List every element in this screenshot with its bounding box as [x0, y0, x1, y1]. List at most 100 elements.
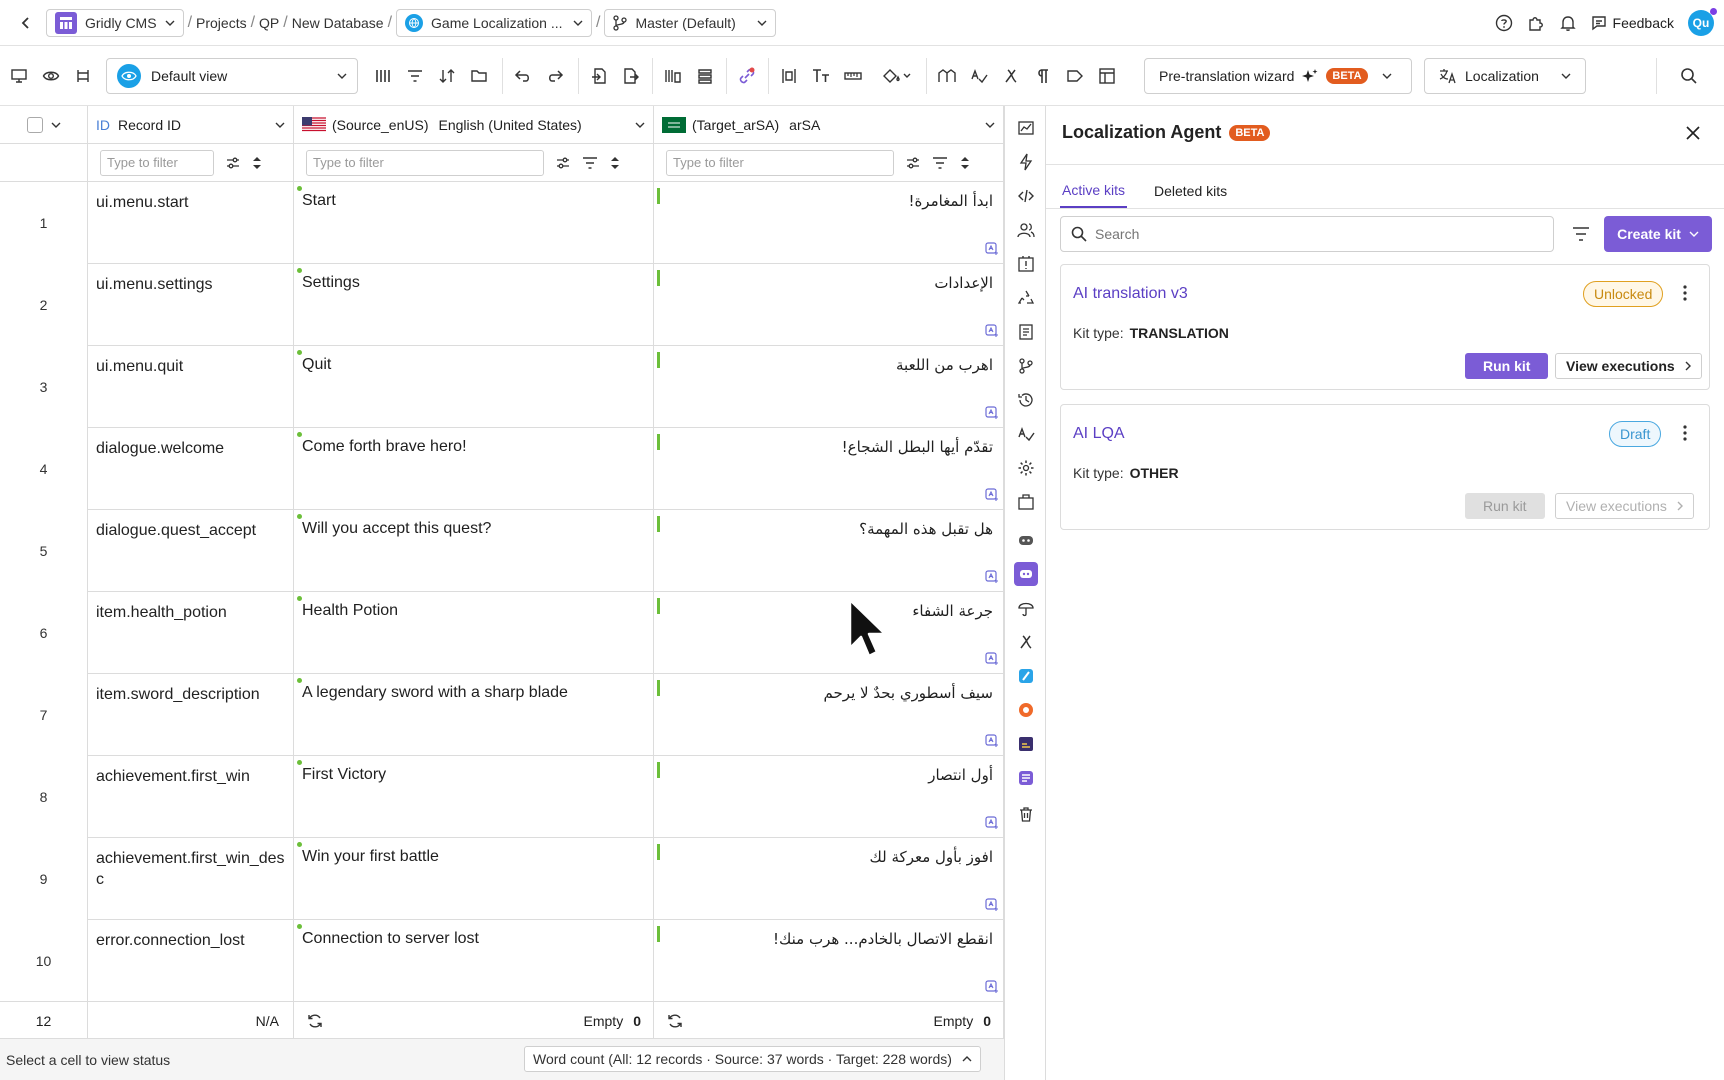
- create-kit-button[interactable]: Create kit: [1604, 216, 1712, 252]
- ruler-icon[interactable]: [840, 64, 866, 88]
- dark-app-icon[interactable]: [1014, 732, 1038, 756]
- kit-card[interactable]: AI LQA Draft Kit type: OTHER Run kit View…: [1060, 404, 1710, 530]
- localization-agent-icon[interactable]: [1014, 562, 1038, 586]
- record-id-cell[interactable]: ui.menu.quit: [88, 346, 294, 428]
- chevron-down-icon[interactable]: [635, 122, 645, 128]
- tag-icon[interactable]: [1062, 64, 1088, 88]
- kit-search[interactable]: [1060, 216, 1554, 252]
- target-cell[interactable]: سيف أسطوري بحدٌ لا يرحم: [654, 674, 1004, 756]
- export-icon[interactable]: [618, 64, 644, 88]
- target-cell[interactable]: ابدأ المغامرة!: [654, 182, 1004, 264]
- table-row[interactable]: 1 ui.menu.start Start ابدأ المغامرة!: [0, 182, 1004, 264]
- pre-translation-wizard-button[interactable]: Pre-translation wizard BETA: [1144, 58, 1412, 94]
- briefcase-icon[interactable]: [1014, 490, 1038, 514]
- layout-icon[interactable]: [1094, 64, 1120, 88]
- table-row[interactable]: 3 ui.menu.quit Quit اهرب من اللعبة: [0, 346, 1004, 428]
- source-cell[interactable]: Will you accept this quest?: [294, 510, 654, 592]
- history-icon[interactable]: [1014, 388, 1038, 412]
- kit-search-input[interactable]: [1095, 226, 1543, 242]
- purple-app-icon[interactable]: [1014, 766, 1038, 790]
- fill-color-icon[interactable]: [876, 64, 916, 88]
- table-row[interactable]: 7 item.sword_description A legendary swo…: [0, 674, 1004, 756]
- filter-input-record-id[interactable]: [100, 149, 214, 176]
- ai-suggest-icon[interactable]: [985, 980, 999, 998]
- breadcrumb-projects[interactable]: Projects: [196, 15, 247, 31]
- column-width-icon[interactable]: [776, 64, 802, 88]
- source-cell[interactable]: Come forth brave hero!: [294, 428, 654, 510]
- table-row[interactable]: 9 achievement.first_win_desc Win your fi…: [0, 838, 1004, 920]
- formula-icon[interactable]: [998, 64, 1024, 88]
- record-id-cell[interactable]: dialogue.welcome: [88, 428, 294, 510]
- back-chevron-icon[interactable]: [18, 16, 34, 30]
- folder-icon[interactable]: [466, 64, 492, 88]
- localization-button[interactable]: Localization: [1424, 58, 1586, 94]
- database-selector[interactable]: Game Localization ...: [396, 8, 593, 37]
- import-icon[interactable]: [586, 64, 612, 88]
- document-icon[interactable]: [1014, 320, 1038, 344]
- target-cell[interactable]: اهرب من اللعبة: [654, 346, 1004, 428]
- source-cell[interactable]: Connection to server lost: [294, 920, 654, 1002]
- view-executions-button[interactable]: View executions: [1555, 353, 1702, 379]
- refresh-icon[interactable]: [306, 1012, 324, 1030]
- target-cell[interactable]: انقطع الاتصال بالخادم... هرب منك!: [654, 920, 1004, 1002]
- table-row[interactable]: 10 error.connection_lost Connection to s…: [0, 920, 1004, 1002]
- users-icon[interactable]: [1014, 218, 1038, 242]
- filter-icon[interactable]: [1572, 226, 1590, 242]
- chevron-down-icon[interactable]: [51, 122, 61, 128]
- run-kit-button[interactable]: Run kit: [1465, 493, 1545, 519]
- filter-icon[interactable]: [402, 64, 428, 88]
- column-header-record-id[interactable]: ID Record ID: [88, 106, 294, 144]
- target-cell[interactable]: أول انتصار: [654, 756, 1004, 838]
- select-all-header[interactable]: [0, 106, 88, 144]
- target-cell[interactable]: جرعة الشفاء: [654, 592, 1004, 674]
- gear-icon[interactable]: [1014, 456, 1038, 480]
- more-vertical-icon[interactable]: [1683, 285, 1687, 304]
- record-id-cell[interactable]: ui.menu.settings: [88, 264, 294, 346]
- redo-icon[interactable]: [542, 64, 568, 88]
- branch-selector[interactable]: Master (Default): [604, 8, 777, 37]
- app-switcher[interactable]: Gridly CMS: [46, 8, 184, 37]
- pilcrow-icon[interactable]: [1030, 64, 1056, 88]
- ai-suggest-icon[interactable]: [985, 242, 999, 260]
- source-cell[interactable]: Settings: [294, 264, 654, 346]
- spellcheck-icon[interactable]: [966, 64, 992, 88]
- info-box-icon[interactable]: [1014, 252, 1038, 276]
- record-id-cell[interactable]: item.health_potion: [88, 592, 294, 674]
- umbrella-icon[interactable]: [1014, 596, 1038, 620]
- table-row[interactable]: 2 ui.menu.settings Settings الإعدادات: [0, 264, 1004, 346]
- ai-suggest-icon[interactable]: [985, 816, 999, 834]
- help-icon[interactable]: [1495, 14, 1513, 32]
- eye-settings-icon[interactable]: [38, 64, 64, 88]
- record-id-cell[interactable]: achievement.first_win_desc: [88, 838, 294, 920]
- target-cell[interactable]: الإعدادات: [654, 264, 1004, 346]
- record-id-cell[interactable]: ui.menu.start: [88, 182, 294, 264]
- source-cell[interactable]: A legendary sword with a sharp blade: [294, 674, 654, 756]
- record-id-cell[interactable]: dialogue.quest_accept: [88, 510, 294, 592]
- monitor-icon[interactable]: [6, 64, 32, 88]
- tab-active-kits[interactable]: Active kits: [1060, 174, 1128, 208]
- code-icon[interactable]: [1014, 184, 1038, 208]
- chart-icon[interactable]: [1014, 116, 1038, 140]
- git-branch-icon[interactable]: [1014, 354, 1038, 378]
- ai-suggest-icon[interactable]: [985, 324, 999, 342]
- run-kit-button[interactable]: Run kit: [1465, 353, 1549, 379]
- bookmark-app-icon[interactable]: [1014, 664, 1038, 688]
- breadcrumb-new-database[interactable]: New Database: [292, 15, 384, 31]
- source-cell[interactable]: Health Potion: [294, 592, 654, 674]
- find-replace-icon[interactable]: [934, 64, 960, 88]
- feedback-button[interactable]: Feedback: [1591, 15, 1674, 31]
- sliders-icon[interactable]: [226, 156, 240, 170]
- source-cell[interactable]: Quit: [294, 346, 654, 428]
- view-executions-button[interactable]: View executions: [1555, 493, 1694, 519]
- select-all-checkbox[interactable]: [26, 116, 43, 133]
- ai-suggest-icon[interactable]: [985, 488, 999, 506]
- record-id-cell[interactable]: item.sword_description: [88, 674, 294, 756]
- robot-icon[interactable]: [1014, 528, 1038, 552]
- ai-suggest-icon[interactable]: [985, 406, 999, 424]
- filter-icon[interactable]: [582, 156, 598, 170]
- chevron-down-icon[interactable]: [275, 122, 285, 128]
- source-cell[interactable]: First Victory: [294, 756, 654, 838]
- breadcrumb-qp[interactable]: QP: [259, 15, 279, 31]
- trash-icon[interactable]: [1014, 802, 1038, 826]
- tab-deleted-kits[interactable]: Deleted kits: [1154, 174, 1227, 208]
